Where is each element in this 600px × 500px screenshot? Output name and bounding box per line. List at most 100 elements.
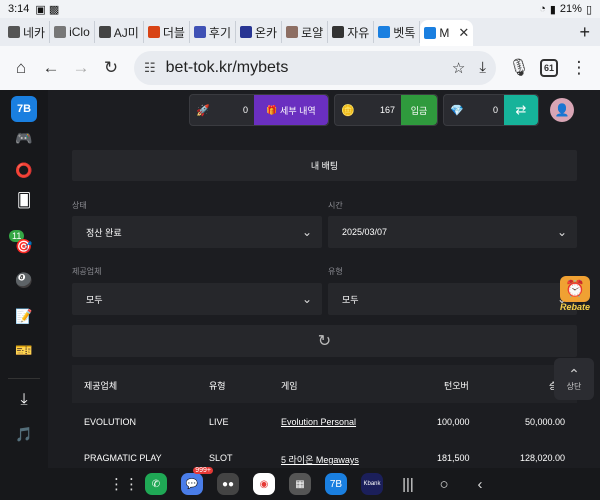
new-tab-icon[interactable]: +	[579, 22, 590, 43]
download-app-icon[interactable]: ⤓	[14, 390, 34, 410]
tab-label: M	[439, 26, 450, 40]
forward-icon[interactable]: →	[66, 53, 96, 83]
time-label: 시간	[328, 201, 343, 210]
details-button[interactable]: 🎁 세부 내역	[254, 95, 328, 125]
document-icon[interactable]: 📝	[14, 306, 34, 326]
chevron-up-icon: ⌃	[568, 365, 580, 382]
points-amount: 0	[242, 105, 248, 115]
close-icon[interactable]: ✕	[458, 25, 469, 41]
deposit-button[interactable]: 입금	[401, 95, 437, 125]
status-dropdown[interactable]: 정산 완료 ⌄	[72, 216, 322, 248]
type-cell: LIVE	[209, 417, 229, 427]
home-circle-icon[interactable]: ○	[433, 476, 455, 493]
browser-tab-active[interactable]: M ✕	[420, 20, 474, 46]
messages-app-icon[interactable]: 💬 999+	[181, 467, 213, 495]
favicon-icon	[240, 26, 252, 38]
browser-tab[interactable]: 네카	[4, 21, 51, 43]
system-nav-bar: ⋮⋮ ✆ 💬 999+ ●● ◉ ▦ 7B Kbank ||| ○ ‹	[0, 467, 600, 500]
wifi-icon: ◔	[539, 3, 546, 15]
type-cell: SLOT	[209, 453, 233, 463]
table-header: 제공업체 유형 게임 턴오버 승	[72, 365, 577, 403]
app-folder-icon[interactable]: ▦	[289, 473, 311, 495]
provider-cell: EVOLUTION	[84, 417, 137, 427]
browser-tab[interactable]: 자유	[328, 21, 375, 43]
lottery-balls-icon[interactable]: 🎱	[14, 270, 34, 290]
browser-tab[interactable]: 더블	[144, 21, 190, 43]
favicon-icon	[54, 26, 67, 38]
diamond-icon: 💎	[450, 104, 464, 117]
menu-icon[interactable]: ⋮	[564, 53, 594, 83]
back-nav-icon[interactable]: ‹	[469, 476, 491, 493]
phone-app-icon[interactable]: ✆	[145, 473, 167, 495]
cards-icon[interactable]: 🂠	[14, 190, 34, 210]
turnover-cell: 181,500	[437, 453, 470, 463]
address-bar[interactable]: ☷ bet-tok.kr/mybets ☆ ⤓	[134, 51, 496, 85]
download-icon[interactable]: ⤓	[479, 59, 486, 77]
page-title-text: 내 배팅	[310, 161, 339, 171]
date-picker[interactable]: 2025/03/07 ⌄	[328, 216, 577, 248]
refresh-button[interactable]: ↻	[72, 325, 577, 357]
browser-tab[interactable]: AJ미	[95, 21, 144, 43]
music-icon[interactable]: 🎵	[14, 424, 34, 444]
win-cell: 50,000.00	[525, 417, 566, 427]
tab-label: 더블	[162, 25, 185, 40]
tab-switcher-button[interactable]: 61	[534, 53, 564, 83]
type-value: 모두	[342, 294, 359, 305]
tab-label: iClo	[69, 25, 90, 39]
table-row: EVOLUTION LIVE Evolution Personal 100,00…	[72, 403, 577, 439]
bettok-app-icon[interactable]: 7B	[325, 473, 347, 495]
favicon-icon	[147, 26, 160, 38]
camera-app-icon[interactable]: ●●	[217, 473, 239, 495]
recents-icon[interactable]: |||	[397, 476, 419, 493]
microphone-icon[interactable]: 🎙	[504, 53, 534, 83]
game-link[interactable]: 5 라이온 Megaways	[281, 453, 359, 466]
tab-strip: 네카 iClo AJ미 더블 후기 온카 로얄 자유 벳톡 M ✕ +	[0, 18, 600, 46]
target-icon[interactable]: 🎯	[14, 236, 34, 256]
provider-dropdown[interactable]: 모두 ⌄	[72, 283, 322, 315]
rebate-chest-icon: ⏰	[560, 276, 590, 302]
browser-tab[interactable]: 후기	[190, 21, 236, 43]
site-logo[interactable]: 7B	[11, 96, 37, 122]
gem-wallet: 💎 0 ⇄	[443, 94, 539, 126]
rebate-button[interactable]: ⏰ Rebate	[556, 276, 594, 316]
reload-icon[interactable]: ↻	[96, 53, 126, 83]
column-header: 턴오버	[444, 381, 469, 391]
signal-icon: ▮	[549, 3, 556, 16]
chrome-app-icon[interactable]: ◉	[253, 473, 275, 495]
browser-tab[interactable]: 로얄	[282, 21, 329, 43]
status-label: 상태	[72, 201, 87, 210]
avatar[interactable]: 👤	[550, 98, 574, 122]
battery-level: 21%	[559, 3, 582, 15]
favicon-icon	[98, 26, 111, 38]
type-dropdown[interactable]: 모두 ⌄	[328, 283, 577, 315]
coin-wallet: 🪙 167 입금	[334, 94, 438, 126]
game-link[interactable]: Evolution Personal	[281, 417, 356, 427]
type-label: 유형	[328, 267, 343, 276]
exchange-icon[interactable]: ⇄	[504, 95, 538, 125]
gamepad-icon[interactable]: 🎮	[14, 128, 34, 148]
scroll-top-button[interactable]: ⌃ 상단	[554, 358, 594, 400]
bookmark-star-icon[interactable]: ☆	[452, 59, 465, 77]
status-bar: 3:14 ▣ ▩ ◔ ▮ 21% ▯	[0, 0, 600, 18]
browser-tab[interactable]: 벳톡	[374, 21, 421, 43]
ticket-icon[interactable]: 🎫	[14, 340, 34, 360]
tab-label: 온카	[255, 25, 278, 40]
site-settings-icon[interactable]: ☷	[144, 60, 156, 76]
browser-tab[interactable]: iClo	[50, 21, 95, 43]
home-icon[interactable]: ⌂	[6, 53, 36, 83]
clock: 3:14	[8, 3, 30, 15]
back-icon[interactable]: ←	[36, 53, 66, 83]
tab-label: 자유	[347, 25, 370, 40]
points-wallet: 🚀 0 🎁 세부 내역	[189, 94, 329, 126]
battery-icon: ▯	[585, 3, 592, 16]
provider-label: 제공업체	[72, 267, 102, 276]
app-drawer-icon[interactable]: ⋮⋮	[109, 475, 139, 493]
tab-label: 로얄	[301, 25, 324, 40]
page-title: 내 배팅	[72, 150, 577, 181]
favicon-icon	[378, 26, 391, 38]
casino-chip-icon[interactable]: ⭕	[14, 160, 34, 180]
rebate-label: Rebate	[559, 302, 590, 312]
coin-icon: 🪙	[341, 104, 355, 117]
kbank-app-icon[interactable]: Kbank	[361, 473, 383, 495]
browser-tab[interactable]: 온카	[236, 21, 283, 43]
